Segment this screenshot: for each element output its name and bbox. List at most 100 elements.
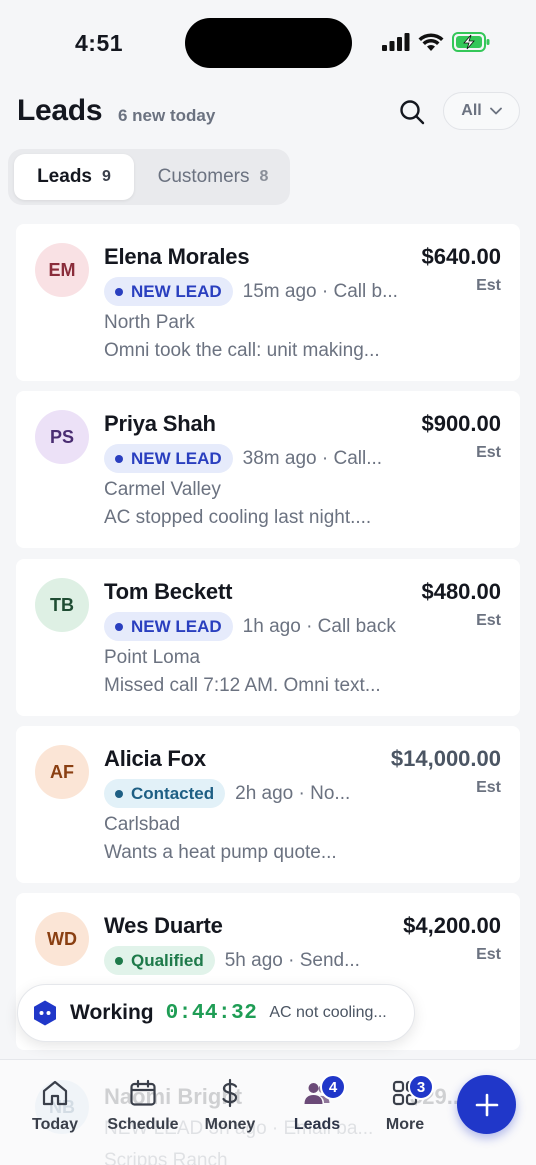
amount-note: Est bbox=[476, 444, 501, 461]
status-text: NEW LEAD bbox=[131, 281, 222, 301]
tab-more[interactable]: 3 More bbox=[360, 1074, 450, 1148]
tab-label: More bbox=[385, 1116, 425, 1133]
status-dot bbox=[115, 287, 123, 296]
status-bar: 4:51 bbox=[0, 0, 536, 86]
lead-card[interactable]: EM Elena Morales $640.00 Est NEW LEAD 15… bbox=[16, 224, 520, 381]
lead-amount: $480.00 bbox=[421, 579, 501, 604]
lead-name: Alicia Fox bbox=[104, 746, 206, 771]
tab-label: Schedule bbox=[107, 1116, 179, 1133]
add-button[interactable] bbox=[457, 1075, 516, 1134]
avatar: AF bbox=[35, 745, 89, 799]
lead-meta: 5h ago · Send... bbox=[224, 949, 360, 971]
lead-meta: 1h ago · Call back bbox=[242, 615, 396, 637]
lead-location: Carlsbad bbox=[104, 814, 181, 835]
segment-customers[interactable]: Customers 8 bbox=[140, 154, 286, 200]
wifi-icon bbox=[418, 32, 444, 51]
tab-today[interactable]: Today bbox=[10, 1078, 100, 1148]
page-header: Leads 6 new today All bbox=[0, 86, 536, 142]
status-badge: NEW LEAD bbox=[104, 612, 233, 641]
battery-charging-icon bbox=[452, 32, 490, 52]
status-text: Qualified bbox=[131, 950, 204, 970]
tab-label: Money bbox=[204, 1116, 256, 1133]
status-time: 4:51 bbox=[75, 30, 124, 56]
lead-location: Carmel Valley bbox=[104, 479, 221, 500]
calendar-icon bbox=[130, 1079, 156, 1106]
status-row: Qualified 5h ago · Send... bbox=[104, 946, 404, 975]
status-badge: NEW LEAD bbox=[104, 444, 233, 473]
avatar: PS bbox=[35, 410, 89, 464]
status-badge: Qualified bbox=[104, 946, 215, 975]
lead-location: Scripps Ranch bbox=[104, 1150, 228, 1165]
lead-meta: 38m ago · Call... bbox=[242, 447, 383, 469]
segment-leads-label: Leads bbox=[37, 166, 92, 187]
dollar-icon bbox=[222, 1078, 238, 1108]
amount-note: Est bbox=[476, 946, 501, 963]
working-timer-pill[interactable]: Working 0:44:32 AC not cooling... bbox=[17, 984, 415, 1042]
avatar: EM bbox=[35, 243, 89, 297]
filter-label: All bbox=[461, 102, 482, 119]
status-text: Contacted bbox=[131, 783, 215, 803]
more-badge: 3 bbox=[408, 1074, 434, 1100]
lead-name: Wes Duarte bbox=[104, 913, 223, 938]
status-icons bbox=[382, 32, 490, 52]
status-row: NEW LEAD 38m ago · Call... bbox=[104, 444, 404, 473]
amount-note: Est bbox=[476, 779, 501, 796]
tab-label: Leads bbox=[293, 1116, 341, 1133]
status-row: NEW LEAD 15m ago · Call b... bbox=[104, 277, 404, 306]
plus-icon bbox=[475, 1093, 498, 1116]
lead-meta: 2h ago · No... bbox=[235, 782, 351, 804]
home-icon bbox=[42, 1080, 68, 1106]
lead-note: Wants a heat pump quote... bbox=[104, 842, 337, 863]
status-dot bbox=[115, 789, 123, 798]
lead-card[interactable]: TB Tom Beckett $480.00 Est NEW LEAD 1h a… bbox=[16, 559, 520, 716]
working-label: Working bbox=[70, 1001, 154, 1024]
lead-amount: $14,000.00 bbox=[390, 746, 501, 771]
new-today-count: 6 new today bbox=[118, 106, 216, 125]
status-dot bbox=[115, 956, 123, 965]
chevron-down-icon bbox=[489, 107, 502, 115]
lead-note: AC stopped cooling last night.... bbox=[104, 507, 372, 528]
dynamic-island bbox=[185, 18, 352, 68]
tab-label: Today bbox=[32, 1116, 78, 1133]
amount-note: Est bbox=[476, 612, 501, 629]
lead-note: Missed call 7:12 AM. Omni text... bbox=[104, 675, 381, 696]
filter-dropdown[interactable]: All bbox=[443, 92, 520, 130]
lead-amount: $900.00 bbox=[421, 411, 501, 436]
lead-name: Priya Shah bbox=[104, 411, 216, 436]
segment-customers-count: 8 bbox=[259, 168, 269, 185]
leads-badge: 4 bbox=[320, 1074, 346, 1100]
status-text: NEW LEAD bbox=[131, 448, 222, 468]
lead-card[interactable]: PS Priya Shah $900.00 Est NEW LEAD 38m a… bbox=[16, 391, 520, 548]
leads-customers-toggle: Leads 9 Customers 8 bbox=[8, 149, 290, 205]
tab-leads[interactable]: 4 Leads bbox=[272, 1074, 362, 1148]
lead-card[interactable]: AF Alicia Fox $14,000.00 Est Contacted 2… bbox=[16, 726, 520, 883]
segment-customers-label: Customers bbox=[157, 166, 250, 187]
lead-amount: $640.00 bbox=[421, 244, 501, 269]
page-title: Leads bbox=[17, 94, 103, 127]
tab-schedule[interactable]: Schedule bbox=[98, 1078, 188, 1148]
signal-icon bbox=[382, 33, 410, 51]
search-button[interactable] bbox=[396, 96, 428, 128]
segment-leads-count: 9 bbox=[102, 168, 111, 185]
lead-name: Tom Beckett bbox=[104, 579, 233, 604]
segment-leads[interactable]: Leads 9 bbox=[14, 154, 134, 200]
amount-note: Est bbox=[476, 277, 501, 294]
status-row: NEW LEAD 1h ago · Call back bbox=[104, 612, 404, 641]
avatar: TB bbox=[35, 578, 89, 632]
status-dot bbox=[115, 622, 123, 631]
avatar: WD bbox=[35, 912, 89, 966]
lead-amount: $4,200.00 bbox=[403, 913, 501, 938]
status-row: Contacted 2h ago · No... bbox=[104, 779, 404, 808]
lead-location: Point Loma bbox=[104, 647, 201, 668]
search-icon bbox=[400, 100, 425, 125]
status-text: NEW LEAD bbox=[131, 616, 222, 636]
status-badge: NEW LEAD bbox=[104, 277, 233, 306]
status-badge: Contacted bbox=[104, 779, 226, 808]
lead-location: North Park bbox=[104, 312, 195, 333]
tab-money[interactable]: Money bbox=[185, 1078, 275, 1148]
working-timer: 0:44:32 bbox=[165, 1001, 258, 1025]
bottom-tab-bar: NB Naomi Bright $29... NEW LEAD 3h ago ·… bbox=[0, 1059, 536, 1165]
working-task: AC not cooling... bbox=[269, 1004, 387, 1021]
lead-meta: 15m ago · Call b... bbox=[242, 280, 398, 302]
omni-hexagon-icon bbox=[34, 1000, 56, 1026]
